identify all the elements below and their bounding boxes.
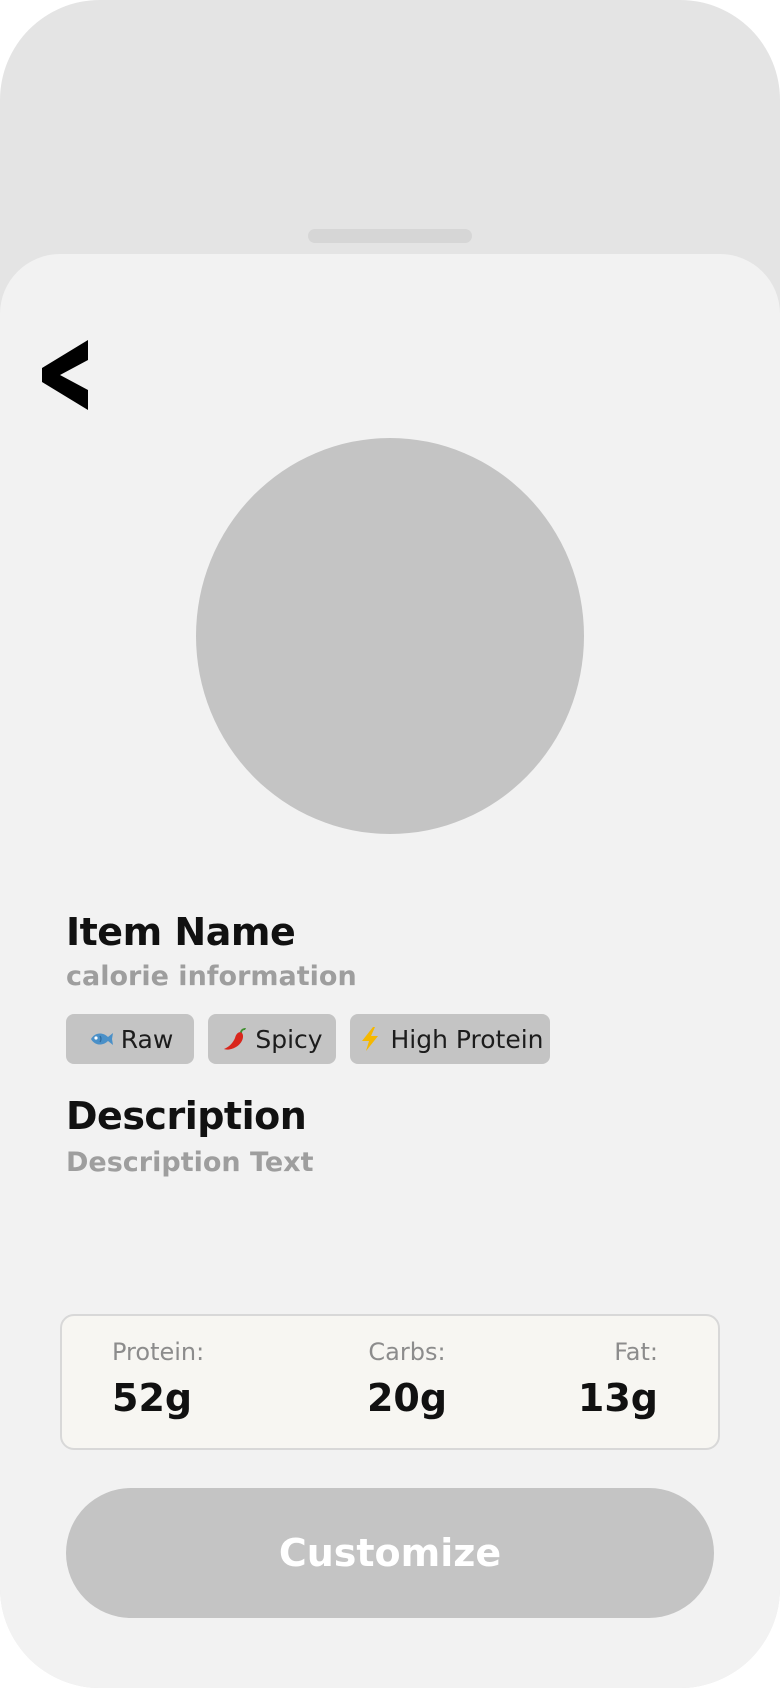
lightning-icon	[356, 1025, 384, 1053]
tag-spicy-label: Spicy	[255, 1024, 323, 1054]
description-text: Description Text	[66, 1147, 314, 1178]
tag-high-protein-label: High Protein	[390, 1024, 544, 1054]
macro-fat-label: Fat:	[614, 1338, 658, 1366]
tag-list: Raw Spicy High Protein	[66, 1014, 550, 1064]
chevron-left-icon	[42, 340, 88, 410]
macro-carbs-label: Carbs:	[368, 1338, 446, 1366]
macro-fat-value: 13g	[577, 1376, 658, 1420]
chili-pepper-icon	[221, 1025, 249, 1053]
tag-raw-label: Raw	[120, 1024, 174, 1054]
tag-raw[interactable]: Raw	[66, 1014, 194, 1064]
item-image-placeholder	[196, 438, 584, 834]
macro-fat: Fat: 13g	[578, 1338, 658, 1420]
macro-carbs: Carbs: 20g	[362, 1338, 452, 1420]
fish-icon	[87, 1025, 115, 1053]
tag-high-protein[interactable]: High Protein	[350, 1014, 550, 1064]
sheet-grabber-handle[interactable]	[308, 229, 472, 243]
macro-carbs-value: 20g	[366, 1376, 448, 1420]
macro-protein-value: 52g	[112, 1376, 193, 1420]
back-button[interactable]	[34, 330, 94, 420]
macro-protein: Protein: 52g	[112, 1338, 204, 1420]
macros-card: Protein: 52g Carbs: 20g Fat: 13g	[60, 1314, 720, 1450]
description-heading: Description	[66, 1094, 307, 1138]
calorie-information: calorie information	[66, 961, 357, 992]
phone-screen: Item Name calorie information Raw Spicy	[0, 0, 780, 1688]
item-name: Item Name	[66, 910, 296, 954]
tag-spicy[interactable]: Spicy	[208, 1014, 336, 1064]
customize-button[interactable]: Customize	[66, 1488, 714, 1618]
macro-protein-label: Protein:	[112, 1338, 205, 1366]
